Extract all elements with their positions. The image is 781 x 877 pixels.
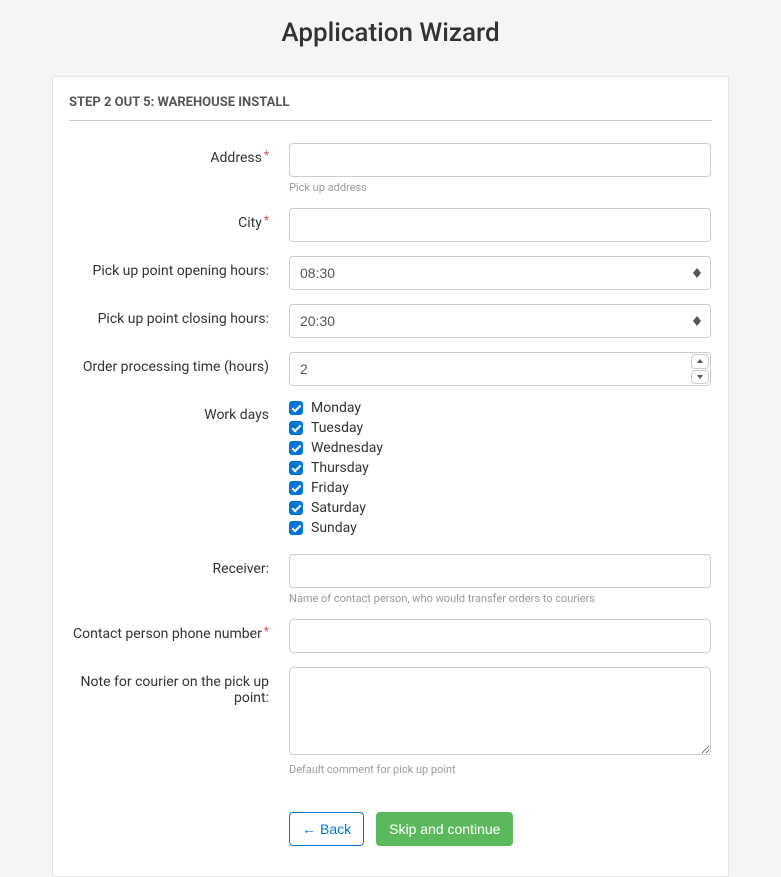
work-day-checkbox[interactable] (289, 401, 303, 415)
label-opening-hours: Pick up point opening hours: (69, 256, 289, 279)
note-textarea[interactable] (289, 667, 711, 755)
work-day-row: Friday (289, 480, 711, 496)
work-day-row: Monday (289, 400, 711, 416)
work-day-row: Tuesday (289, 420, 711, 436)
work-day-row: Sunday (289, 520, 711, 536)
work-day-checkbox[interactable] (289, 441, 303, 455)
arrow-left-icon: ← (302, 821, 316, 837)
label-work-days: Work days (69, 400, 289, 423)
opening-hours-select[interactable]: 08:30 (289, 256, 711, 290)
address-help: Pick up address (289, 181, 711, 194)
button-row: ←Back Skip and continue (69, 812, 712, 846)
page-title: Application Wizard (0, 0, 781, 76)
field-closing-hours: Pick up point closing hours: 20:30 (69, 304, 712, 338)
work-day-checkbox[interactable] (289, 501, 303, 515)
work-day-label: Saturday (311, 500, 366, 516)
quantity-stepper (691, 354, 709, 384)
required-asterisk: * (264, 148, 269, 162)
closing-hours-select[interactable]: 20:30 (289, 304, 711, 338)
receiver-input[interactable] (289, 554, 711, 588)
label-note: Note for courier on the pick up point: (69, 667, 289, 706)
work-day-label: Wednesday (311, 440, 383, 456)
required-asterisk: * (264, 213, 269, 227)
work-day-label: Thursday (311, 460, 369, 476)
back-button-label: Back (320, 821, 351, 837)
field-note: Note for courier on the pick up point: D… (69, 667, 712, 776)
label-city: City* (69, 208, 289, 231)
stepper-up-button[interactable] (691, 354, 709, 369)
work-day-checkbox[interactable] (289, 521, 303, 535)
label-contact-phone-text: Contact person phone number (73, 626, 262, 642)
receiver-help: Name of contact person, who would transf… (289, 592, 711, 605)
field-processing-time: Order processing time (hours) (69, 352, 712, 386)
label-processing-time: Order processing time (hours) (69, 352, 289, 375)
step-header: STEP 2 OUT 5: WAREHOUSE INSTALL (69, 95, 712, 121)
label-contact-phone: Contact person phone number* (69, 619, 289, 642)
work-days-list: Monday Tuesday Wednesday Thursday Friday Satu… (289, 400, 711, 540)
field-receiver: Receiver: Name of contact person, who wo… (69, 554, 712, 605)
work-day-checkbox[interactable] (289, 481, 303, 495)
field-address: Address* Pick up address (69, 143, 712, 194)
note-help: Default comment for pick up point (289, 763, 711, 776)
work-day-label: Monday (311, 400, 361, 416)
chevron-down-icon (697, 375, 703, 379)
work-day-checkbox[interactable] (289, 421, 303, 435)
label-address-text: Address (210, 150, 261, 166)
field-contact-phone: Contact person phone number* (69, 619, 712, 653)
field-city: City* (69, 208, 712, 242)
skip-continue-button[interactable]: Skip and continue (376, 812, 513, 846)
address-input[interactable] (289, 143, 711, 177)
chevron-up-icon (697, 359, 703, 363)
contact-phone-input[interactable] (289, 619, 711, 653)
work-day-label: Sunday (311, 520, 357, 536)
label-closing-hours: Pick up point closing hours: (69, 304, 289, 327)
label-city-text: City (238, 215, 262, 231)
processing-time-input[interactable] (289, 352, 711, 386)
label-address: Address* (69, 143, 289, 166)
city-input[interactable] (289, 208, 711, 242)
work-day-row: Saturday (289, 500, 711, 516)
work-day-label: Friday (311, 480, 349, 496)
back-button[interactable]: ←Back (289, 812, 364, 846)
label-receiver: Receiver: (69, 554, 289, 577)
work-day-checkbox[interactable] (289, 461, 303, 475)
work-day-row: Wednesday (289, 440, 711, 456)
wizard-card: STEP 2 OUT 5: WAREHOUSE INSTALL Address*… (52, 76, 729, 877)
work-day-label: Tuesday (311, 420, 363, 436)
stepper-down-button[interactable] (691, 370, 709, 385)
work-day-row: Thursday (289, 460, 711, 476)
required-asterisk: * (264, 624, 269, 638)
field-work-days: Work days Monday Tuesday Wednesday Thursday… (69, 400, 712, 540)
field-opening-hours: Pick up point opening hours: 08:30 (69, 256, 712, 290)
